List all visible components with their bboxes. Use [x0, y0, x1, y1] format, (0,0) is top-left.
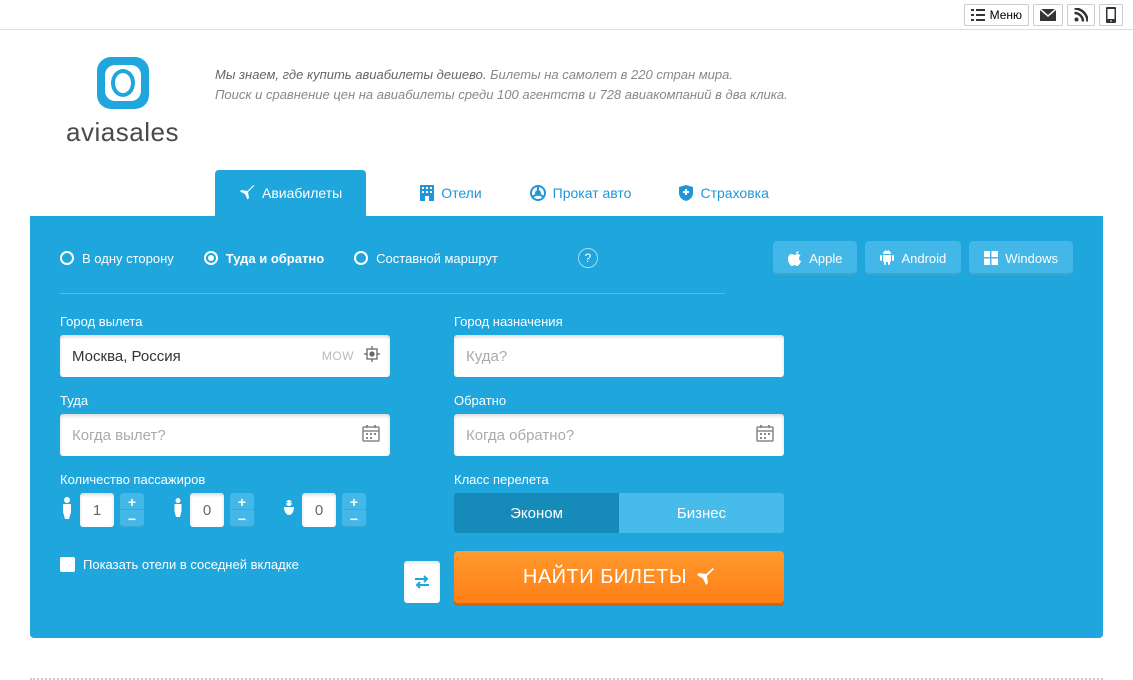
- mobile-button[interactable]: [1099, 4, 1123, 26]
- from-label: Город вылета: [60, 314, 390, 329]
- rss-button[interactable]: [1067, 4, 1095, 26]
- tab-hotels[interactable]: Отели: [396, 170, 505, 216]
- target-icon[interactable]: [364, 346, 380, 367]
- pax-infant: +−: [282, 493, 366, 527]
- building-icon: [420, 185, 434, 201]
- checkbox-label: Показать отели в соседней вкладке: [83, 557, 299, 572]
- tab-label: Отели: [441, 185, 481, 201]
- trip-type: В одну сторону Туда и обратно Составной …: [60, 248, 598, 268]
- menu-label: Меню: [990, 8, 1022, 22]
- pax-adult-plus[interactable]: +: [120, 493, 144, 510]
- from-iata: MOW: [322, 349, 354, 363]
- tab-label: Страховка: [700, 185, 768, 201]
- calendar-icon[interactable]: [756, 424, 774, 447]
- child-icon: [172, 498, 184, 523]
- radio-label: В одну сторону: [82, 251, 174, 266]
- list-icon: [971, 9, 985, 21]
- mail-icon: [1040, 9, 1056, 21]
- return-input[interactable]: [454, 414, 784, 456]
- class-toggle: Эконом Бизнес: [454, 493, 784, 533]
- apple-button[interactable]: Apple: [773, 241, 857, 275]
- search-button[interactable]: НАЙТИ БИЛЕТЫ: [454, 551, 784, 603]
- radio-icon: [204, 251, 218, 265]
- app-label: Windows: [1005, 251, 1058, 266]
- calendar-icon[interactable]: [362, 424, 380, 447]
- to-label: Город назначения: [454, 314, 784, 329]
- radio-oneway[interactable]: В одну сторону: [60, 251, 174, 266]
- swap-button[interactable]: [404, 561, 440, 603]
- pax-child-minus[interactable]: −: [230, 510, 254, 527]
- android-icon: [880, 250, 894, 266]
- to-input-wrap: [454, 335, 784, 377]
- tab-label: Авиабилеты: [262, 185, 342, 201]
- to-input[interactable]: [454, 335, 784, 377]
- pax-child-plus[interactable]: +: [230, 493, 254, 510]
- adult-icon: [60, 497, 74, 524]
- pax-child: +−: [172, 493, 254, 527]
- pax-infant-input[interactable]: [302, 493, 336, 527]
- menu-button[interactable]: Меню: [964, 4, 1029, 26]
- depart-input-wrap: [60, 414, 390, 456]
- class-business[interactable]: Бизнес: [619, 493, 784, 533]
- tab-cars[interactable]: Прокат авто: [506, 170, 656, 216]
- mail-button[interactable]: [1033, 4, 1063, 26]
- checkbox-icon: [60, 557, 75, 572]
- pax-infant-plus[interactable]: +: [342, 493, 366, 510]
- radio-label: Туда и обратно: [226, 251, 324, 266]
- mobile-icon: [1106, 7, 1116, 23]
- radio-icon: [354, 251, 368, 265]
- tab-label: Прокат авто: [553, 185, 632, 201]
- class-label: Класс перелета: [454, 472, 784, 487]
- help-icon[interactable]: ?: [578, 248, 598, 268]
- logo-icon: [89, 55, 157, 111]
- tabs: Авиабилеты Отели Прокат авто Страховка: [30, 170, 1103, 216]
- header: aviasales Мы знаем, где купить авиабилет…: [30, 55, 1103, 148]
- logo[interactable]: aviasales: [30, 55, 215, 148]
- app-label: Android: [901, 251, 946, 266]
- android-button[interactable]: Android: [865, 241, 961, 275]
- topbar: Меню: [0, 0, 1133, 30]
- logo-text: aviasales: [30, 117, 215, 148]
- class-economy[interactable]: Эконом: [454, 493, 619, 533]
- search-label: НАЙТИ БИЛЕТЫ: [523, 566, 687, 589]
- search-form: В одну сторону Туда и обратно Составной …: [30, 216, 1103, 638]
- plane-icon: [697, 568, 715, 586]
- rss-icon: [1074, 8, 1088, 22]
- pax-adult: +−: [60, 493, 144, 527]
- return-label: Обратно: [454, 393, 784, 408]
- windows-icon: [984, 251, 998, 265]
- pax-adult-minus[interactable]: −: [120, 510, 144, 527]
- radio-label: Составной маршрут: [376, 251, 498, 266]
- radio-multicity[interactable]: Составной маршрут: [354, 251, 498, 266]
- tagline: Мы знаем, где купить авиабилеты дешево. …: [215, 55, 788, 104]
- tab-flights[interactable]: Авиабилеты: [215, 170, 366, 216]
- steering-icon: [530, 185, 546, 201]
- from-input-wrap: MOW: [60, 335, 390, 377]
- tab-insurance[interactable]: Страховка: [655, 170, 792, 216]
- shield-icon: [679, 185, 693, 201]
- windows-button[interactable]: Windows: [969, 241, 1073, 275]
- plane-icon: [239, 185, 255, 201]
- hotels-checkbox[interactable]: Показать отели в соседней вкладке: [60, 557, 390, 572]
- apple-icon: [788, 250, 802, 266]
- app-buttons: Apple Android Windows: [773, 241, 1073, 275]
- infant-icon: [282, 499, 296, 522]
- app-label: Apple: [809, 251, 842, 266]
- return-input-wrap: [454, 414, 784, 456]
- pax-label: Количество пассажиров: [60, 472, 390, 487]
- pax-infant-minus[interactable]: −: [342, 510, 366, 527]
- pax-child-input[interactable]: [190, 493, 224, 527]
- depart-label: Туда: [60, 393, 390, 408]
- radio-icon: [60, 251, 74, 265]
- depart-input[interactable]: [60, 414, 390, 456]
- radio-roundtrip[interactable]: Туда и обратно: [204, 251, 324, 266]
- pax-adult-input[interactable]: [80, 493, 114, 527]
- swap-icon: [413, 574, 431, 590]
